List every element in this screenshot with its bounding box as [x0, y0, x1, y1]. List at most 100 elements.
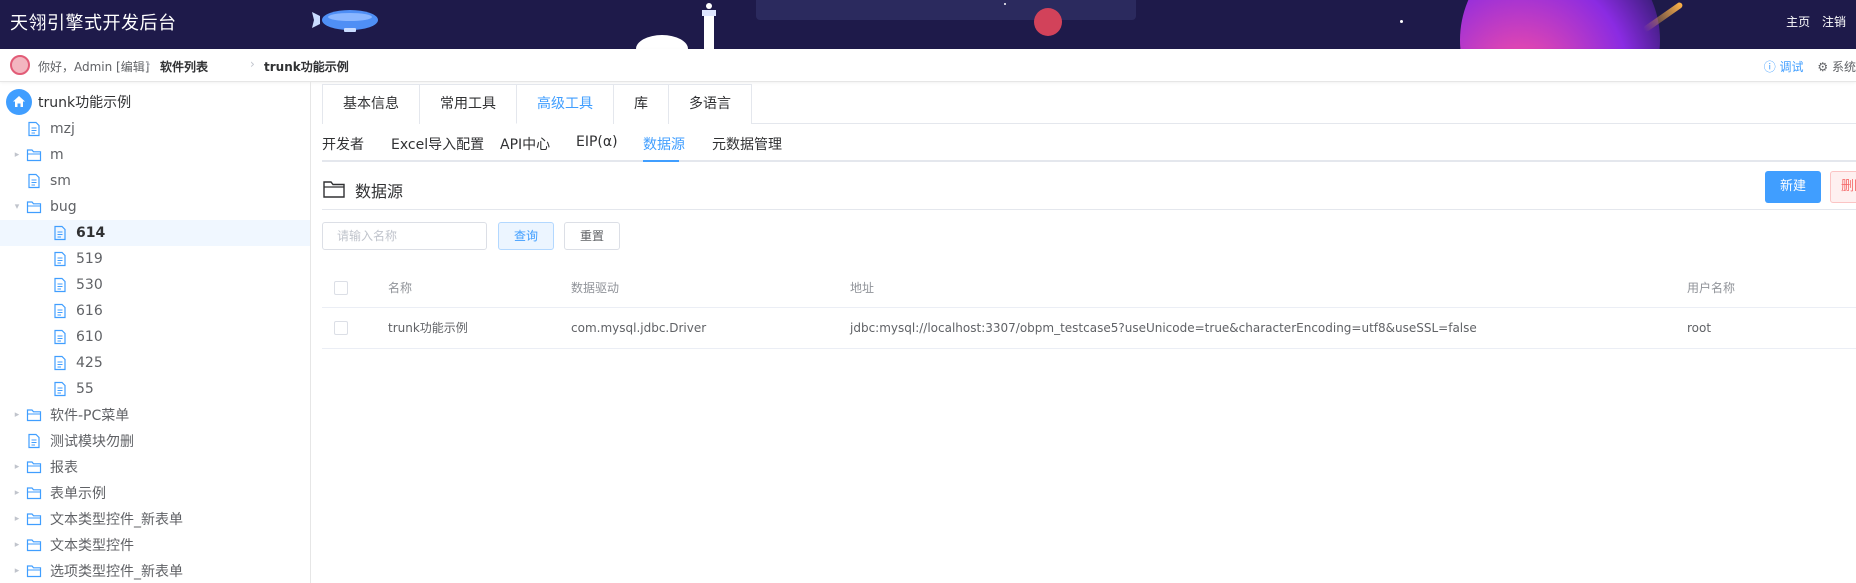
tree-item-label: 报表 [50, 460, 78, 476]
subtab-3[interactable]: EIP(α) [576, 134, 618, 150]
folder-icon [26, 487, 42, 500]
tree-item-label: 530 [76, 277, 103, 293]
tree-item-label: 519 [76, 251, 103, 267]
table-row[interactable]: trunk功能示例 com.mysql.jdbc.Driver jdbc:mys… [322, 308, 1856, 349]
avatar[interactable] [10, 55, 30, 75]
search-input[interactable] [322, 222, 487, 250]
tree-item[interactable]: 519 [0, 246, 310, 272]
new-button[interactable]: 新建 [1765, 171, 1821, 203]
primary-tabs: 基本信息 常用工具 高级工具库多语言 [322, 84, 1856, 124]
tree-item-label: mzj [50, 121, 75, 137]
tab-3[interactable]: 库 [613, 84, 669, 124]
planet-decoration [1460, 0, 1660, 49]
system-button[interactable]: ⚙ 系统 [1817, 60, 1856, 74]
caret-right-icon[interactable]: ▸ [12, 410, 22, 420]
caret-right-icon[interactable]: ▸ [12, 514, 22, 524]
breadcrumb-item-software-list[interactable]: 软件列表 [160, 58, 208, 75]
tree-root-label: trunk功能示例 [38, 95, 132, 111]
main-content: 基本信息 常用工具 高级工具库多语言 开发者 Excel导入配置 API中心 EIP(α)… [322, 82, 1856, 583]
subtab-1[interactable]: Excel导入配置 [391, 134, 484, 154]
tree-item-label: 425 [76, 355, 103, 371]
tree-item[interactable]: ▸ 选项类型控件_新表单 [0, 558, 310, 583]
document-icon [54, 329, 66, 345]
user-greeting[interactable]: 你好，Admin [编辑] [38, 58, 149, 75]
breadcrumb-separator-icon: › [250, 57, 255, 71]
tree-item[interactable]: ▸ 软件-PC菜单 [0, 402, 310, 428]
header-links: 主页 注销 [1778, 13, 1846, 30]
tree-item[interactable]: 616 [0, 298, 310, 324]
tree-item[interactable]: ▾ bug [0, 194, 310, 220]
tree-item-label: 表单示例 [50, 486, 106, 502]
caret-right-icon[interactable]: ▸ [12, 540, 22, 550]
tab-1[interactable]: 常用工具 [419, 84, 517, 124]
tree-item-label: bug [50, 199, 77, 215]
breadcrumb-separator-icon: › [146, 57, 151, 71]
tree-item-label: sm [50, 173, 71, 189]
system-label: 系统 [1831, 60, 1856, 74]
tree-item[interactable]: ▸ 表单示例 [0, 480, 310, 506]
tab-2[interactable]: 高级工具 [516, 84, 614, 124]
cell-url: jdbc:mysql://localhost:3307/obpm_testcas… [850, 321, 1477, 335]
document-icon [54, 251, 66, 267]
caret-right-icon[interactable]: ▸ [12, 566, 22, 576]
tree-item[interactable]: 测试模块勿删 [0, 428, 310, 454]
tree-item[interactable]: ▸ 文本类型控件_新表单 [0, 506, 310, 532]
tree-root[interactable]: trunk功能示例 [6, 88, 131, 116]
row-checkbox[interactable] [334, 321, 348, 335]
gear-icon: ⚙ [1817, 60, 1829, 74]
column-header-url: 地址 [850, 281, 875, 295]
caret-down-icon[interactable]: ▾ [12, 202, 22, 212]
document-icon [28, 121, 40, 137]
airship-illustration [312, 10, 378, 32]
tree-item[interactable]: ▸ m [0, 142, 310, 168]
tree-item-label: 软件-PC菜单 [50, 408, 130, 424]
tree-item[interactable]: 610 [0, 324, 310, 350]
subtab-4[interactable]: 数据源 [643, 134, 685, 154]
tree-item[interactable]: ▸ 报表 [0, 454, 310, 480]
reset-button[interactable]: 重置 [564, 222, 620, 250]
breadcrumb-separator-icon: › [317, 57, 322, 71]
tree-item-label: 文本类型控件_新表单 [50, 512, 183, 528]
subtab-5[interactable]: 元数据管理 [712, 134, 782, 154]
caret-right-icon[interactable]: ▸ [12, 462, 22, 472]
logout-link[interactable]: 注销 [1822, 15, 1846, 29]
document-icon [54, 277, 66, 293]
tree-item[interactable]: ▸ 文本类型控件 [0, 532, 310, 558]
subtab-2[interactable]: API中心 [500, 134, 550, 154]
info-icon: ⓘ [1763, 60, 1776, 74]
tree-item-label: 文本类型控件 [50, 538, 134, 554]
search-panel-decoration [756, 0, 1136, 20]
star-decoration [1400, 20, 1403, 23]
delete-button[interactable]: 删除 [1830, 171, 1856, 203]
tree-item[interactable]: mzj [0, 116, 310, 142]
active-tab-indicator [643, 160, 679, 162]
select-all-checkbox[interactable] [334, 281, 348, 295]
tree-item[interactable]: 55 [0, 376, 310, 402]
tree-item[interactable]: 530 [0, 272, 310, 298]
breadcrumb-item-current[interactable]: trunk功能示例 [264, 58, 349, 75]
tree-item-label: 55 [76, 381, 94, 397]
query-button[interactable]: 查询 [498, 222, 554, 250]
debug-button[interactable]: ⓘ 调试 [1764, 60, 1808, 74]
tree-item[interactable]: 425 [0, 350, 310, 376]
document-icon [54, 303, 66, 319]
top-header: 天翎引擎式开发后台 主页 注销 [0, 0, 1856, 49]
folder-open-icon [26, 201, 42, 214]
column-header-name: 名称 [388, 281, 413, 295]
tab-0[interactable]: 基本信息 [322, 84, 420, 124]
subtab-0[interactable]: 开发者 [322, 134, 364, 154]
tree-item[interactable]: sm [0, 168, 310, 194]
column-header-username: 用户名称 [1687, 281, 1736, 295]
home-link[interactable]: 主页 [1786, 15, 1810, 29]
cell-username: root [1687, 321, 1712, 335]
folder-icon [26, 149, 42, 162]
tree-item[interactable]: 614 [0, 220, 310, 246]
tab-4[interactable]: 多语言 [668, 84, 752, 124]
caret-right-icon[interactable]: ▸ [12, 488, 22, 498]
document-icon [28, 433, 40, 449]
cell-name: trunk功能示例 [388, 321, 468, 335]
section-header: 数据源 新建 删除 [322, 170, 1856, 210]
module-tree-sidebar: trunk功能示例 mzj ▸ m sm ▾ bug 614 519 530 616 610 425 5… [0, 82, 311, 583]
caret-right-icon[interactable]: ▸ [12, 150, 22, 160]
tree-item-label: m [50, 147, 64, 163]
